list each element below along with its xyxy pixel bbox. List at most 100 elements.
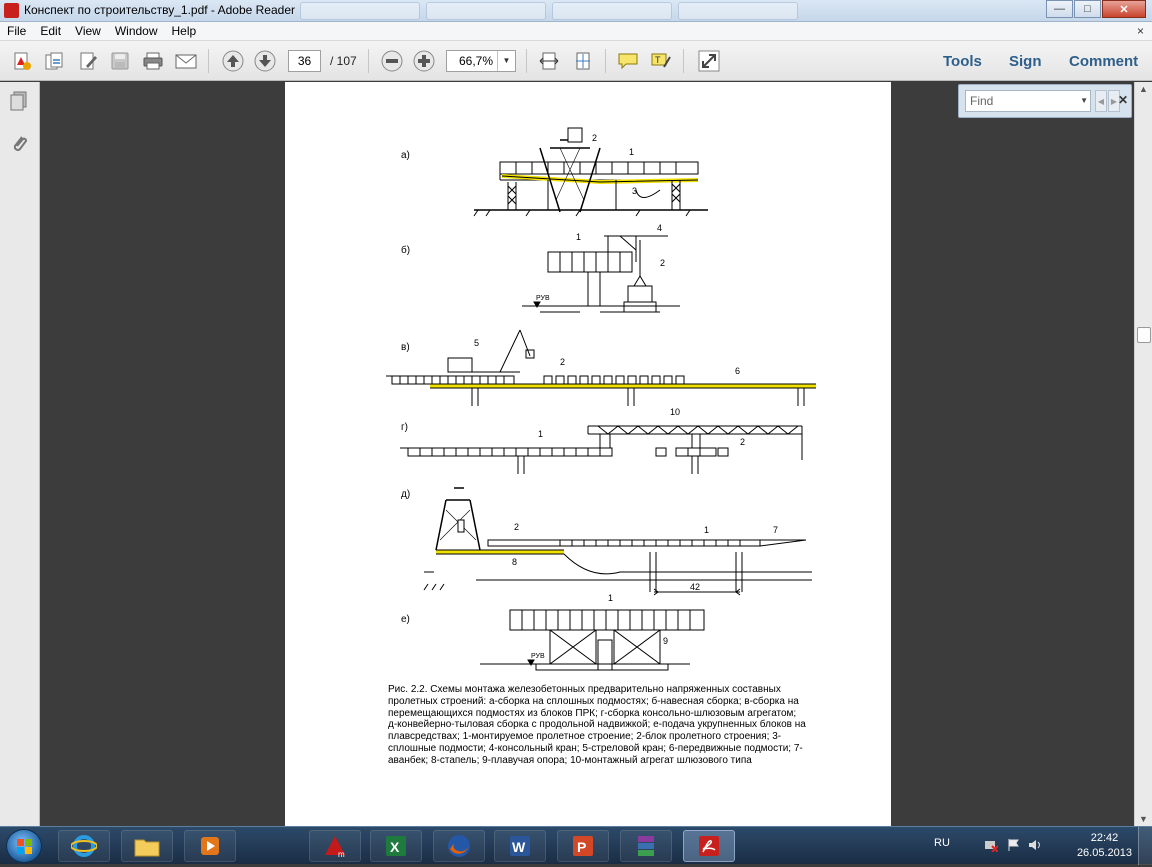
zoom-level-value: 66,7% xyxy=(459,54,494,68)
create-pdf-button[interactable] xyxy=(10,50,34,72)
window-title: Конспект по строительству_1.pdf - Adobe … xyxy=(24,3,295,17)
maximize-button[interactable]: □ xyxy=(1074,0,1101,18)
figure-label-v: в) xyxy=(401,342,410,353)
windows-logo-icon xyxy=(17,839,32,854)
fit-width-button[interactable] xyxy=(537,50,561,72)
close-button[interactable]: ✕ xyxy=(1102,0,1146,18)
figure-label-d: д) xyxy=(401,489,411,500)
clock-time: 22:42 xyxy=(1090,832,1119,844)
network-icon[interactable] xyxy=(984,838,999,853)
save-button[interactable] xyxy=(108,50,132,72)
find-input[interactable]: Find ▼ xyxy=(965,90,1091,112)
main-toolbar: 36 / 107 66,7% ▼ T Tools Sign Comment xyxy=(0,41,1152,81)
menu-window[interactable]: Window xyxy=(108,24,165,38)
fit-page-button[interactable] xyxy=(571,50,595,72)
email-button[interactable] xyxy=(174,50,198,72)
taskbar-firefox[interactable] xyxy=(433,830,485,862)
tools-pane-button[interactable]: Tools xyxy=(943,53,982,70)
show-desktop-button[interactable] xyxy=(1138,827,1152,865)
zoom-in-button[interactable] xyxy=(412,50,436,72)
adobe-reader-icon xyxy=(4,3,19,18)
media-player-icon xyxy=(201,837,219,855)
sign-pane-button[interactable]: Sign xyxy=(1009,53,1042,70)
diagram-g xyxy=(400,425,803,474)
combine-files-icon xyxy=(45,52,63,70)
minimize-button[interactable]: — xyxy=(1046,0,1073,18)
find-previous-button[interactable]: ◀ xyxy=(1095,90,1107,112)
start-button[interactable] xyxy=(6,829,42,863)
callout-b-1: 1 xyxy=(576,232,581,242)
menu-edit[interactable]: Edit xyxy=(33,24,68,38)
edit-pdf-button[interactable] xyxy=(76,50,100,72)
taskbar-excel[interactable]: X xyxy=(370,830,422,862)
callout-d-2: 2 xyxy=(514,522,519,532)
navigation-pane xyxy=(0,82,40,826)
add-note-button[interactable] xyxy=(616,50,640,72)
svg-text:T: T xyxy=(655,55,661,65)
taskbar-powerpoint[interactable]: P xyxy=(557,830,609,862)
envelope-icon xyxy=(175,54,197,69)
highlight-text-button[interactable]: T xyxy=(649,50,673,72)
create-pdf-icon xyxy=(14,52,31,70)
vertical-scrollbar[interactable]: ▲ ▼ xyxy=(1134,82,1152,826)
menu-file[interactable]: File xyxy=(0,24,33,38)
powerpoint-icon: P xyxy=(573,836,593,856)
menu-help[interactable]: Help xyxy=(165,24,204,38)
previous-page-button[interactable] xyxy=(221,50,245,72)
taskbar-adobe-reader[interactable] xyxy=(683,830,735,862)
title-bar: Конспект по строительству_1.pdf - Adobe … xyxy=(0,0,1152,22)
combine-files-button[interactable] xyxy=(42,50,66,72)
menu-view[interactable]: View xyxy=(68,24,108,38)
scroll-down-icon[interactable]: ▼ xyxy=(1139,814,1148,824)
callout-v-5: 5 xyxy=(474,338,479,348)
print-button[interactable] xyxy=(141,50,165,72)
save-icon xyxy=(111,52,129,70)
toolbar-separator xyxy=(368,49,369,73)
expand-icon xyxy=(698,50,720,72)
highlighter-icon: T xyxy=(651,53,671,68)
zoom-level-select[interactable]: 66,7% ▼ xyxy=(446,50,516,72)
svg-text:m: m xyxy=(338,850,345,859)
firefox-icon xyxy=(448,835,470,857)
page-thumbnails-icon xyxy=(10,91,27,111)
close-icon[interactable]: ✕ xyxy=(1118,93,1128,107)
chevron-down-icon[interactable]: ▼ xyxy=(1080,91,1088,111)
volume-icon[interactable] xyxy=(1028,838,1042,852)
callout-v-6: 6 xyxy=(735,366,740,376)
close-document-button[interactable]: × xyxy=(1137,24,1144,38)
page-number-input[interactable]: 36 xyxy=(288,50,321,72)
taskbar-winrar[interactable] xyxy=(620,830,672,862)
next-page-button[interactable] xyxy=(253,50,277,72)
zoom-out-button[interactable] xyxy=(380,50,404,72)
clock[interactable]: 22:42 26.05.2013 xyxy=(1077,831,1132,861)
comment-pane-button[interactable]: Comment xyxy=(1069,53,1138,70)
callout-d-7: 7 xyxy=(773,525,778,535)
notification-flag-icon[interactable] xyxy=(1006,838,1020,852)
callout-a-1: 1 xyxy=(629,147,634,157)
taskbar-internet-explorer[interactable] xyxy=(58,830,110,862)
full-screen-button[interactable] xyxy=(697,50,721,72)
taskbar-file-explorer[interactable] xyxy=(121,830,173,862)
window-controls: — □ ✕ xyxy=(1045,0,1146,18)
callout-b-4: 4 xyxy=(657,223,662,233)
background-window-tab xyxy=(426,2,546,20)
taskbar-autocad[interactable]: m xyxy=(309,830,361,862)
diagram-e xyxy=(480,609,705,671)
scroll-up-icon[interactable]: ▲ xyxy=(1139,84,1148,94)
chevron-down-icon[interactable]: ▼ xyxy=(497,51,515,71)
callout-v-2: 2 xyxy=(560,357,565,367)
folder-icon xyxy=(134,839,160,857)
arrow-up-circle-icon xyxy=(222,50,244,72)
clock-date: 26.05.2013 xyxy=(1076,847,1132,859)
figure-label-e: е) xyxy=(401,614,410,625)
page-thumbnails-button[interactable] xyxy=(8,90,30,112)
figure-label-b: б) xyxy=(401,245,411,256)
scrollbar-thumb[interactable] xyxy=(1137,327,1151,343)
svg-text:P: P xyxy=(577,839,586,855)
language-indicator[interactable]: RU xyxy=(934,837,950,849)
plus-circle-icon xyxy=(413,50,435,72)
taskbar-word[interactable]: W xyxy=(494,830,546,862)
taskbar-media-player[interactable] xyxy=(184,830,236,862)
callout-d-8: 8 xyxy=(512,557,517,567)
attachments-button[interactable] xyxy=(8,132,30,154)
